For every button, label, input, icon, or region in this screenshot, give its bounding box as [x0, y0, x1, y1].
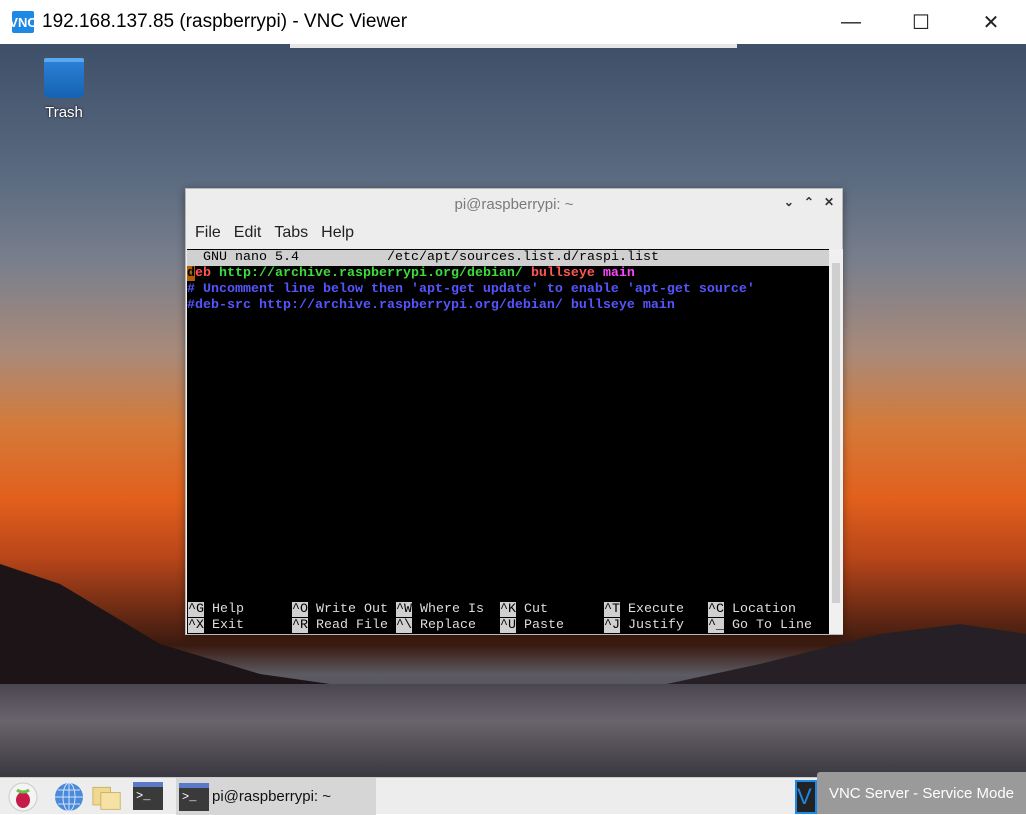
shortcut-key: ^T — [604, 602, 620, 617]
editor-line: #deb-src http://archive.raspberrypi.org/… — [187, 298, 675, 313]
text-cursor: d — [187, 266, 195, 281]
vnc-server-tray-icon[interactable]: V — [795, 780, 817, 814]
shortcut-label: Execute — [628, 602, 684, 617]
repo-url: http://archive.raspberrypi.org/debian/ — [219, 266, 523, 281]
sea — [0, 684, 1026, 777]
shortcut: ^O Write Out — [292, 602, 396, 618]
shortcut-label: Paste — [524, 618, 564, 633]
task-label: pi@raspberrypi: ~ — [212, 788, 332, 805]
shortcut: ^R Read File — [292, 618, 396, 634]
shortcut-row: ^G Help ^O Write Out ^W Where Is ^K Cut ^T E… — [187, 602, 829, 618]
shortcut-key: ^R — [292, 618, 308, 633]
shortcut-key: ^X — [188, 618, 204, 633]
shortcut-key: ^O — [292, 602, 308, 617]
shortcut-label: Location — [732, 602, 796, 617]
menu-help[interactable]: Help — [320, 224, 362, 242]
menu-tabs[interactable]: Tabs — [273, 224, 316, 242]
terminal-scrollbar[interactable] — [829, 249, 843, 634]
window-title: 192.168.137.85 (raspberrypi) - VNC Viewe… — [42, 11, 408, 32]
shortcut-row: ^X Exit ^R Read File ^\ Replace ^U Paste ^J … — [187, 618, 829, 634]
close-button[interactable]: ✕ — [956, 0, 1026, 44]
file-manager-folder-icon[interactable] — [92, 782, 122, 812]
shortcut: ^U Paste — [500, 618, 604, 634]
minimize-icon[interactable]: ⌄ — [784, 195, 794, 209]
shortcut-key: ^\ — [396, 618, 412, 633]
vnc-toolbar-handle[interactable] — [290, 44, 737, 48]
shortcut: ^X Exit — [188, 618, 292, 634]
deb-keyword: eb — [195, 266, 211, 281]
dist-name: bullseye — [530, 266, 595, 281]
editor-line: # Uncomment line below then 'apt-get upd… — [187, 282, 755, 297]
shortcut-label: Where Is — [420, 602, 484, 617]
shortcut-label: Go To Line — [732, 618, 812, 633]
shortcut: ^C Location — [708, 602, 812, 618]
browser-globe-icon[interactable] — [54, 782, 84, 812]
nano-editor[interactable]: GNU nano 5.4/etc/apt/sources.list.d/rasp… — [187, 249, 829, 634]
shortcut-key: ^J — [604, 618, 620, 633]
shortcut: ^_ Go To Line — [708, 618, 812, 634]
vnc-logo-icon: VNC — [9, 11, 37, 33]
raspberry-menu-icon[interactable] — [8, 782, 38, 812]
terminal-window: pi@raspberrypi: ~ ⌄ ⌃ ✕ File Edit Tabs H… — [185, 188, 843, 635]
shortcut-label: Justify — [628, 618, 684, 633]
tooltip: VNC Server - Service Mode — [817, 772, 1026, 814]
editor-line: deb http://archive.raspberrypi.org/debia… — [187, 266, 829, 282]
shortcut: ^J Justify — [604, 618, 708, 634]
shortcut-key: ^K — [500, 602, 516, 617]
trash-desktop-icon[interactable]: Trash — [36, 58, 92, 121]
shortcut-label: Replace — [420, 618, 476, 633]
shortcut-label: Exit — [212, 618, 244, 633]
shortcut: ^K Cut — [500, 602, 604, 618]
shortcut: ^W Where Is — [396, 602, 500, 618]
terminal-icon[interactable]: >_ — [133, 782, 163, 810]
menu-file[interactable]: File — [194, 224, 229, 242]
nano-filename: /etc/apt/sources.list.d/raspi.list — [387, 250, 659, 265]
nano-header: GNU nano 5.4/etc/apt/sources.list.d/rasp… — [187, 250, 829, 266]
taskbar-item-terminal[interactable]: >_ pi@raspberrypi: ~ — [176, 778, 376, 815]
shortcut-key: ^U — [500, 618, 516, 633]
window-titlebar: VNC 192.168.137.85 (raspberrypi) - VNC V… — [0, 0, 1026, 44]
shortcut: ^G Help — [188, 602, 292, 618]
shortcut: ^T Execute — [604, 602, 708, 618]
maximize-button[interactable]: ☐ — [886, 0, 956, 44]
close-icon[interactable]: ✕ — [824, 195, 834, 209]
shortcut-key: ^W — [396, 602, 412, 617]
terminal-icon: >_ — [179, 782, 209, 811]
shortcut-label: Read File — [316, 618, 388, 633]
shortcut-key: ^G — [188, 602, 204, 617]
trash-icon — [44, 58, 84, 98]
shortcut-label: Write Out — [316, 602, 388, 617]
terminal-title: pi@raspberrypi: ~ — [454, 195, 574, 213]
shortcut-key: ^_ — [708, 618, 724, 633]
shortcut: ^\ Replace — [396, 618, 500, 634]
trash-label: Trash — [45, 104, 83, 121]
maximize-icon[interactable]: ⌃ — [804, 195, 814, 209]
menu-edit[interactable]: Edit — [233, 224, 270, 242]
scrollbar-thumb[interactable] — [832, 263, 840, 603]
minimize-button[interactable]: — — [816, 0, 886, 44]
terminal-menubar: File Edit Tabs Help — [186, 219, 842, 247]
shortcut-key: ^C — [708, 602, 724, 617]
terminal-titlebar[interactable]: pi@raspberrypi: ~ ⌄ ⌃ ✕ — [186, 189, 842, 219]
shortcut-label: Help — [212, 602, 244, 617]
shortcut-label: Cut — [524, 602, 548, 617]
component-name: main — [602, 266, 635, 281]
nano-version: GNU nano 5.4 — [203, 250, 299, 265]
